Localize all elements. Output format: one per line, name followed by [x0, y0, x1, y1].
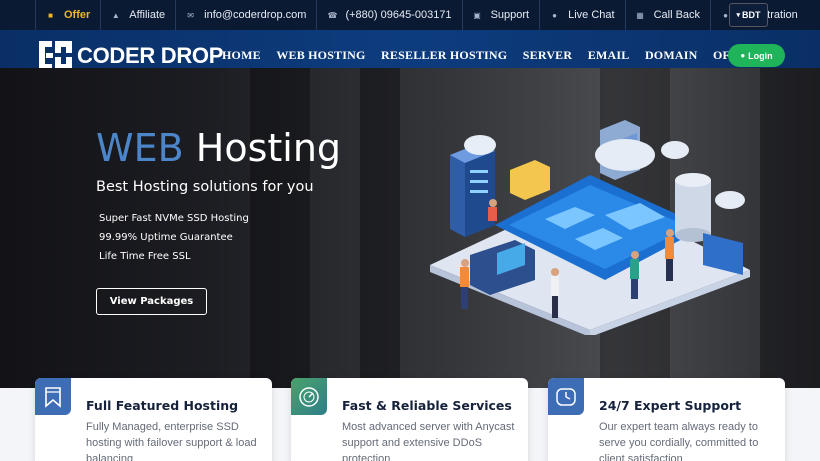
hero-title: WEB Hosting: [96, 126, 341, 170]
inbox-icon: ▣: [473, 10, 481, 20]
envelope-icon: ✉: [187, 10, 194, 20]
topbar-callback-label: Call Back: [653, 9, 701, 21]
nav-email[interactable]: EMAIL: [588, 48, 630, 63]
currency-icon: ▾: [736, 12, 740, 19]
topbar-livechat-label: Live Chat: [568, 9, 615, 21]
feature-card-desc: Our expert team always ready to serve yo…: [599, 421, 759, 461]
hero-feature: Super Fast NVMe SSD Hosting: [99, 213, 249, 224]
nav-reseller-hosting[interactable]: RESELLER HOSTING: [381, 48, 507, 63]
nav-web-hosting[interactable]: WEB HOSTING: [276, 48, 365, 63]
login-label: Login: [748, 50, 773, 61]
bookmark-icon: [35, 378, 71, 415]
brand-name: CODER DROP: [77, 42, 224, 68]
feature-card-hosting: Full Featured Hosting Fully Managed, ent…: [35, 378, 272, 461]
gift-icon: ■: [48, 10, 53, 20]
hosting-illustration: [430, 120, 750, 335]
login-button[interactable]: ● Login: [728, 44, 785, 67]
feature-card-desc: Fully Managed, enterprise SSD hosting wi…: [86, 421, 257, 461]
topbar-email-link[interactable]: ✉ info@coderdrop.com: [175, 0, 316, 30]
topbar-callback-link[interactable]: ▦ Call Back: [624, 0, 710, 30]
topbar-affiliate-link[interactable]: ▲ Affiliate: [100, 0, 175, 30]
nav-home[interactable]: HOME: [222, 48, 261, 63]
hero-bg-rack: [760, 68, 820, 388]
topbar-email-label: info@coderdrop.com: [204, 9, 307, 21]
nav-links: HOME WEB HOSTING RESELLER HOSTING SERVER…: [222, 48, 777, 63]
currency-label: BDT: [742, 10, 761, 20]
topbar-offer-label: Offer: [64, 9, 91, 21]
feature-card-title: 24/7 Expert Support: [599, 398, 742, 413]
topbar-phone-label: (+880) 09645-003171: [345, 9, 452, 21]
phone-icon: ☎: [327, 10, 338, 20]
feature-card-support: 24/7 Expert Support Our expert team alwa…: [548, 378, 785, 461]
hero-subtitle: Best Hosting solutions for you: [96, 179, 314, 195]
feature-card-services: Fast & Reliable Services Most advanced s…: [291, 378, 528, 461]
topbar-livechat-link[interactable]: ● Live Chat: [539, 0, 624, 30]
hero-bg-rack: [250, 68, 310, 388]
hero-feature: Life Time Free SSL: [99, 251, 191, 262]
hero-feature: 99.99% Uptime Guarantee: [99, 232, 233, 243]
currency-button[interactable]: ▾ BDT: [729, 3, 768, 27]
user-icon: ●: [740, 51, 746, 60]
view-packages-button[interactable]: View Packages: [96, 288, 207, 315]
nav-server[interactable]: SERVER: [523, 48, 572, 63]
topbar-support-link[interactable]: ▣ Support: [461, 0, 540, 30]
clock-icon: [548, 378, 584, 415]
hero-bg-rack: [360, 68, 400, 388]
hero-title-accent: WEB: [96, 126, 184, 170]
hero-title-rest: Hosting: [195, 126, 342, 170]
calendar-icon: ▦: [636, 10, 644, 20]
topbar-phone-link[interactable]: ☎ (+880) 09645-003171: [316, 0, 461, 30]
feature-card-title: Fast & Reliable Services: [342, 398, 512, 413]
topbar-support-label: Support: [490, 9, 530, 21]
topbar-affiliate-label: Affiliate: [129, 9, 166, 21]
speedometer-icon: [291, 378, 327, 415]
feature-card-title: Full Featured Hosting: [86, 398, 239, 413]
topbar-offer-link[interactable]: ■ Offer: [35, 0, 100, 30]
feature-card-desc: Most advanced server with Anycast suppor…: [342, 421, 515, 461]
nav-domain[interactable]: DOMAIN: [645, 48, 698, 63]
trophy-icon: ▲: [111, 10, 120, 20]
top-bar: ■ Offer ▲ Affiliate ✉ info@coderdrop.com…: [0, 0, 820, 30]
chat-icon: ●: [552, 10, 558, 20]
